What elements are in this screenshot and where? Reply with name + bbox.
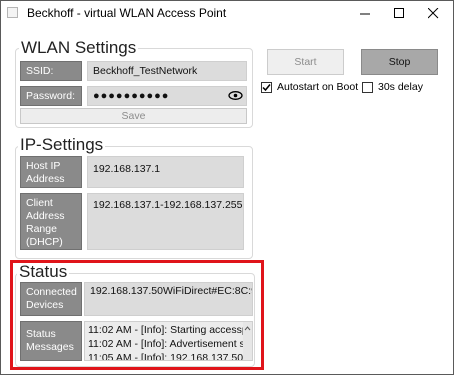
password-label: Password: — [20, 86, 82, 106]
connected-devices-field[interactable]: 192.168.137.50WiFiDirect#EC:8C:9A:8C:D — [84, 282, 253, 316]
scroll-up-icon[interactable] — [243, 324, 252, 332]
window-title: Beckhoff - virtual WLAN Access Point — [27, 6, 227, 20]
minimize-button[interactable] — [348, 1, 382, 25]
client-range-label-line2: Address — [26, 210, 65, 222]
connected-devices-label: Connected Devices — [20, 282, 82, 316]
delay-label: 30s delay — [378, 81, 423, 93]
app-icon — [7, 7, 18, 18]
password-value: ●●●●●●●●●● — [93, 90, 170, 102]
autostart-checkbox[interactable] — [261, 82, 272, 93]
client-range-field[interactable]: 192.168.137.1-192.168.137.255 — [87, 193, 244, 250]
messages-label-line2: Messages — [26, 341, 74, 353]
delay-checkbox[interactable] — [362, 82, 373, 93]
client-range-label-line1: Client — [26, 197, 53, 209]
ip-settings-title: IP-Settings — [18, 135, 106, 155]
status-title: Status — [17, 262, 70, 282]
start-button[interactable]: Start — [267, 49, 344, 75]
autostart-label: Autostart on Boot — [277, 81, 359, 93]
client-range-label-line4: (DHCP) — [26, 236, 63, 248]
status-messages-list[interactable]: 11:02 AM - [Info]: Starting accesspoin 1… — [84, 321, 253, 361]
status-message: 11:02 AM - [Info]: Advertisement start — [88, 338, 253, 350]
close-button[interactable] — [416, 1, 450, 25]
ssid-label: SSID: — [20, 61, 82, 81]
status-message: 11:02 AM - [Info]: Starting accesspoin — [88, 324, 253, 336]
host-ip-label-line2: Address — [26, 173, 65, 185]
messages-label-line1: Status — [26, 328, 56, 340]
save-button[interactable]: Save — [20, 108, 247, 124]
host-ip-label: Host IP Address — [20, 156, 82, 188]
maximize-icon — [393, 7, 404, 18]
client-range-label: Client Address Range (DHCP) — [20, 193, 82, 250]
status-message: 11:05 AM - [Info]: 192.168.137.50 con — [88, 352, 253, 361]
show-password-icon[interactable] — [228, 90, 243, 101]
connected-label-line2: Devices — [26, 299, 64, 311]
minimize-icon — [359, 13, 370, 14]
client-range-label-line3: Range — [26, 223, 57, 235]
host-ip-label-line1: Host IP — [26, 160, 61, 172]
messages-scrollbar[interactable] — [243, 322, 252, 360]
host-ip-field[interactable]: 192.168.137.1 — [87, 156, 244, 188]
connected-label-line1: Connected — [26, 286, 77, 298]
maximize-button[interactable] — [382, 1, 416, 25]
check-icon — [262, 84, 271, 92]
stop-button[interactable]: Stop — [361, 49, 438, 75]
status-messages-label: Status Messages — [20, 321, 82, 361]
app-window: Beckhoff - virtual WLAN Access Point WLA… — [0, 0, 454, 375]
password-field[interactable]: ●●●●●●●●●● — [87, 86, 247, 106]
ssid-field[interactable]: Beckhoff_TestNetwork — [87, 61, 247, 81]
wlan-settings-title: WLAN Settings — [19, 38, 139, 58]
close-icon — [427, 7, 438, 18]
title-bar[interactable]: Beckhoff - virtual WLAN Access Point — [1, 1, 453, 25]
